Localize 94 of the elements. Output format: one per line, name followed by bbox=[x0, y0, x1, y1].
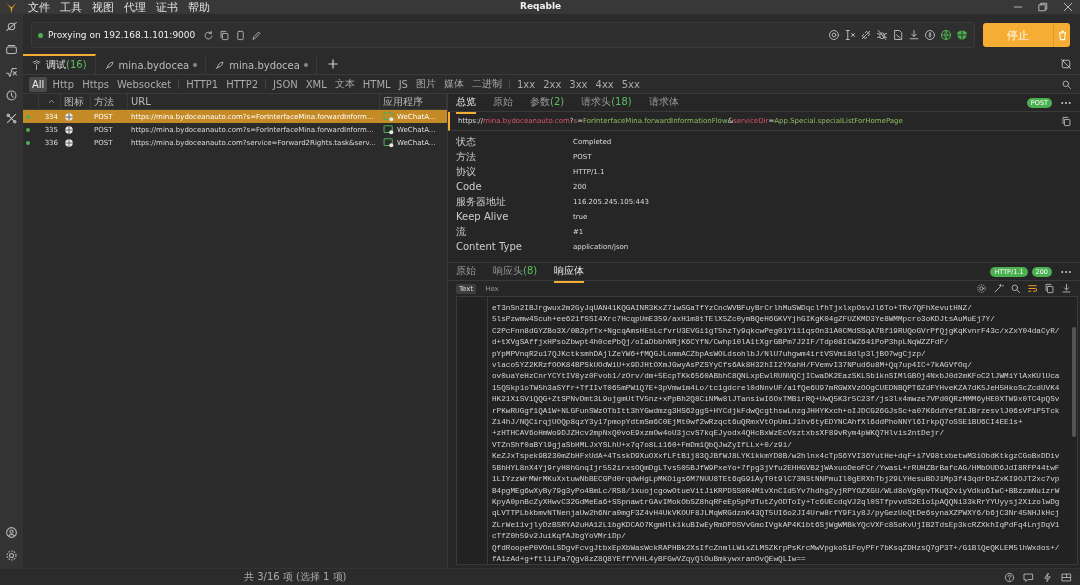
add-tab-icon[interactable] bbox=[326, 58, 339, 70]
magic-wand-icon[interactable] bbox=[993, 283, 1004, 294]
copy-icon[interactable] bbox=[1061, 115, 1072, 127]
column-header[interactable]: 图标 bbox=[61, 94, 91, 109]
session-tab[interactable]: mina.bydocea bbox=[95, 54, 207, 74]
search-icon[interactable] bbox=[1010, 283, 1021, 294]
download-icon[interactable] bbox=[908, 29, 920, 41]
field-label: Content Type bbox=[456, 241, 523, 252]
session-tab[interactable]: 调试(16) bbox=[23, 54, 96, 74]
field-label: Keep Alive bbox=[456, 211, 510, 222]
column-header[interactable]: URL bbox=[128, 94, 380, 109]
filter-chip[interactable]: Websocket bbox=[114, 76, 175, 92]
filter-chip[interactable]: JSON bbox=[270, 76, 301, 92]
app-window-icon bbox=[383, 137, 394, 148]
menu-item[interactable]: 代理 bbox=[124, 1, 146, 13]
filter-chip[interactable]: 媒体 bbox=[440, 75, 467, 93]
filter-chip[interactable]: 4xx bbox=[592, 76, 617, 92]
word-wrap-icon[interactable] bbox=[1027, 283, 1038, 294]
column-header[interactable]: 应用程序 bbox=[380, 94, 447, 109]
chat-icon[interactable] bbox=[1023, 571, 1034, 583]
field-label: 方法 bbox=[456, 149, 477, 164]
filter-chip[interactable]: 5xx bbox=[618, 76, 643, 92]
filter-chip[interactable]: Https bbox=[79, 76, 113, 92]
restore-icon[interactable] bbox=[1037, 1, 1049, 13]
filter-chip[interactable]: 2xx bbox=[540, 76, 565, 92]
trash-icon bbox=[1056, 29, 1068, 41]
detail-tab[interactable]: 原始 bbox=[456, 260, 476, 283]
menu-item[interactable]: 工具 bbox=[60, 1, 82, 13]
window-title: Reqable bbox=[520, 1, 562, 11]
session-tab[interactable]: mina.bydocea bbox=[206, 54, 317, 74]
tools-icon[interactable] bbox=[5, 112, 18, 125]
detail-tab[interactable]: 总览 bbox=[456, 91, 476, 114]
field-label: Code bbox=[456, 181, 483, 192]
formula-icon[interactable] bbox=[5, 66, 18, 79]
unlink-icon[interactable] bbox=[860, 29, 872, 41]
app-window-icon bbox=[383, 111, 394, 122]
field-label: 服务器地址 bbox=[456, 194, 507, 209]
shield-icon[interactable] bbox=[956, 29, 968, 41]
menu-item[interactable]: 帮助 bbox=[188, 1, 210, 13]
filter-chip[interactable]: XML bbox=[302, 76, 330, 92]
filter-chip[interactable]: All bbox=[29, 76, 48, 92]
globe-icon bbox=[64, 137, 74, 148]
copy-icon[interactable] bbox=[1044, 283, 1055, 294]
file-icon[interactable] bbox=[892, 29, 904, 41]
filter-chip[interactable]: 3xx bbox=[566, 76, 591, 92]
layout-icon[interactable] bbox=[1061, 571, 1072, 583]
globe-icon bbox=[64, 111, 74, 122]
field-label: 协议 bbox=[456, 164, 477, 179]
proxy-address: Proxying on 192.168.1.101:9000 bbox=[48, 30, 196, 40]
download-icon[interactable] bbox=[1061, 283, 1072, 294]
antenna-icon bbox=[31, 59, 42, 71]
menu-item[interactable]: 证书 bbox=[156, 1, 178, 13]
cursor-icon[interactable] bbox=[844, 29, 856, 41]
globe-icon[interactable] bbox=[940, 29, 952, 41]
globe-icon bbox=[64, 124, 74, 135]
detail-tab[interactable]: 请求体 bbox=[648, 91, 679, 114]
detail-tab[interactable]: 参数(2) bbox=[530, 91, 565, 114]
refresh-icon[interactable] bbox=[203, 29, 215, 41]
filter-chip[interactable]: Http bbox=[49, 76, 78, 92]
edit-icon[interactable] bbox=[251, 29, 263, 41]
menu-item[interactable]: 文件 bbox=[28, 1, 50, 13]
field-label: 流 bbox=[456, 224, 467, 239]
tab-close-dot[interactable] bbox=[303, 63, 308, 67]
sort-icon[interactable] bbox=[46, 97, 56, 106]
filter-chip[interactable]: JS bbox=[395, 76, 411, 92]
history-icon[interactable] bbox=[5, 89, 18, 102]
bolt-icon[interactable] bbox=[1042, 571, 1053, 583]
detail-tab[interactable]: 响应头(8) bbox=[493, 260, 538, 283]
menu-item[interactable]: 视图 bbox=[92, 1, 114, 13]
filter-chip[interactable]: 图片 bbox=[412, 75, 439, 93]
detail-tab[interactable]: 原始 bbox=[493, 91, 513, 114]
column-header[interactable]: 方法 bbox=[91, 94, 128, 109]
app-window-icon bbox=[383, 124, 394, 135]
phone-icon[interactable] bbox=[235, 29, 247, 41]
filter-chip[interactable]: 1xx bbox=[513, 76, 539, 92]
help-icon[interactable] bbox=[1004, 571, 1015, 583]
search-icon[interactable] bbox=[1061, 78, 1072, 90]
box-icon[interactable] bbox=[5, 43, 18, 56]
filter-chip[interactable]: 二进制 bbox=[468, 75, 505, 93]
close-icon[interactable] bbox=[1062, 1, 1074, 13]
filter-chip[interactable]: HTTP1 bbox=[183, 76, 222, 92]
filter-chip[interactable]: HTTP2 bbox=[223, 76, 262, 92]
tab-close-dot[interactable] bbox=[193, 63, 198, 67]
field-label: 状态 bbox=[456, 134, 477, 149]
detail-tab[interactable]: 响应体 bbox=[554, 260, 585, 283]
account-icon[interactable] bbox=[5, 526, 18, 539]
copy-icon[interactable] bbox=[219, 29, 231, 41]
bug-icon[interactable] bbox=[876, 29, 888, 41]
detail-tab[interactable]: 请求头(18) bbox=[581, 91, 632, 114]
hide-icon[interactable] bbox=[1060, 58, 1072, 70]
filter-chip[interactable]: 文本 bbox=[331, 75, 358, 93]
settings-icon[interactable] bbox=[5, 549, 18, 562]
status-text: 共 3/16 项 (选择 1 项) bbox=[244, 570, 347, 584]
filter-chip[interactable]: HTML bbox=[359, 76, 394, 92]
